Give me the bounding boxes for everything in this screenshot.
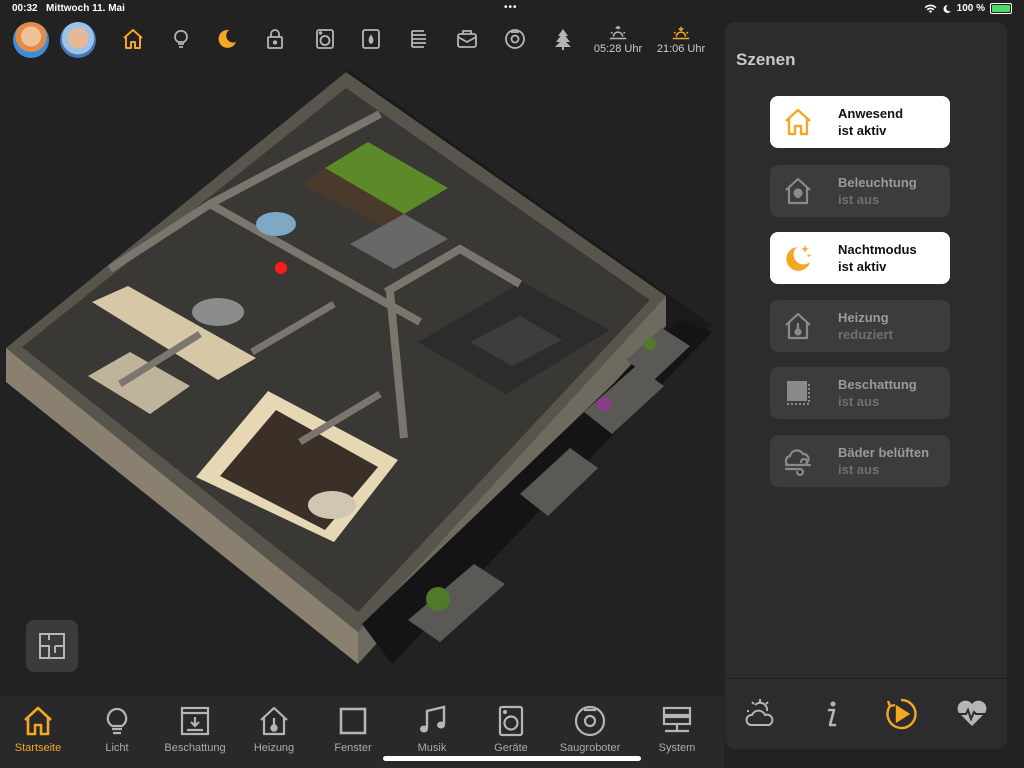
house-light-icon xyxy=(778,171,818,211)
battery-icon xyxy=(990,3,1012,14)
home-indicator[interactable] xyxy=(383,756,641,761)
scene-nachtmodus[interactable]: Nachtmodus ist aktiv xyxy=(770,232,950,284)
lightbulb-icon xyxy=(106,707,128,735)
battery-percent: 100 % xyxy=(956,3,985,14)
scene-status: ist aktiv xyxy=(838,259,887,274)
home-icon[interactable] xyxy=(120,26,146,52)
mailbox-icon[interactable] xyxy=(454,26,480,52)
sunset-display: 21:06 Uhr xyxy=(651,24,711,55)
scene-status: ist aktiv xyxy=(838,123,887,138)
window-icon xyxy=(339,707,367,735)
sunset-icon xyxy=(672,26,690,40)
scenes-panel: Szenen Anwesend ist aktiv Beleuchtung ist … xyxy=(725,22,1007,749)
nav-licht[interactable]: Licht xyxy=(77,704,157,754)
scene-baeder-belueften[interactable]: Bäder belüften ist aus xyxy=(770,435,950,487)
sunrise-icon xyxy=(609,25,627,40)
house-thermometer-icon xyxy=(778,306,818,346)
nav-label: Heizung xyxy=(253,742,295,754)
heartbeat-icon[interactable] xyxy=(952,694,992,734)
floorplan-icon xyxy=(39,633,65,659)
weather-icon[interactable] xyxy=(740,694,780,734)
scene-title: Anwesend xyxy=(838,106,904,121)
sunrise-time: 05:28 Uhr xyxy=(593,43,643,55)
lightbulb-icon[interactable] xyxy=(168,26,194,52)
nav-label: Saugroboter xyxy=(559,742,621,754)
status-date: Mittwoch 11. Mai xyxy=(46,3,125,14)
scene-title: Heizung xyxy=(838,310,889,325)
house-thermometer-icon xyxy=(260,706,288,736)
blinds-icon xyxy=(180,706,210,736)
moon-icon[interactable] xyxy=(214,26,240,52)
music-icon xyxy=(420,705,446,733)
panel-footer xyxy=(725,678,1007,749)
wind-icon xyxy=(778,441,818,481)
scene-status: ist aus xyxy=(838,192,880,207)
nav-label: Musik xyxy=(417,742,447,754)
lock-icon[interactable] xyxy=(262,26,288,52)
home-icon xyxy=(24,706,52,736)
nav-fenster[interactable]: Fenster xyxy=(313,704,393,754)
floorplan-3d[interactable] xyxy=(0,64,720,694)
scene-status: ist aus xyxy=(838,462,880,477)
multitasking-dots-icon[interactable]: ••• xyxy=(504,2,518,13)
user-avatar-1[interactable] xyxy=(13,22,49,58)
nav-startseite[interactable]: Startseite xyxy=(0,704,78,754)
scene-status: reduziert xyxy=(838,327,893,342)
shade-icon xyxy=(778,373,818,413)
scene-status: ist aus xyxy=(838,394,880,409)
home-icon xyxy=(778,102,818,142)
ios-status-bar: 00:32 Mittwoch 11. Mai ••• 100 % xyxy=(0,0,1024,18)
top-bar: 05:28 Uhr 21:06 Uhr xyxy=(0,20,720,64)
robot-vacuum-icon xyxy=(574,705,606,737)
server-icon xyxy=(662,706,692,733)
moon-stars-icon xyxy=(778,238,818,278)
play-scene-icon[interactable] xyxy=(881,694,921,734)
scene-title: Beleuchtung xyxy=(838,175,917,190)
panel-title: Szenen xyxy=(736,50,796,69)
sunset-time: 21:06 Uhr xyxy=(656,43,706,55)
scene-title: Nachtmodus xyxy=(838,242,917,257)
nav-label: Beschattung xyxy=(164,742,226,754)
scene-beleuchtung[interactable]: Beleuchtung ist aus xyxy=(770,165,950,217)
sensor-alert-dot[interactable] xyxy=(275,262,287,274)
scene-title: Bäder belüften xyxy=(838,445,930,460)
washer-icon xyxy=(498,705,524,737)
nav-label: Fenster xyxy=(334,742,372,754)
user-avatar-2[interactable] xyxy=(60,22,96,58)
nav-label: Geräte xyxy=(494,742,528,754)
nav-heizung[interactable]: Heizung xyxy=(234,704,314,754)
nav-geraete[interactable]: Geräte xyxy=(471,704,551,754)
nav-beschattung[interactable]: Beschattung xyxy=(155,704,235,754)
nav-label: Startseite xyxy=(14,742,62,754)
scene-title: Beschattung xyxy=(838,377,917,392)
nav-label: System xyxy=(658,742,696,754)
nav-musik[interactable]: Musik xyxy=(392,704,472,754)
scene-heizung[interactable]: Heizung reduziert xyxy=(770,300,950,352)
wifi-icon xyxy=(924,4,937,13)
washer-icon[interactable] xyxy=(312,26,338,52)
status-time: 00:32 xyxy=(12,3,38,14)
nav-system[interactable]: System xyxy=(637,704,717,754)
nav-label: Licht xyxy=(105,742,129,754)
scene-anwesend[interactable]: Anwesend ist aktiv xyxy=(770,96,950,148)
scene-beschattung[interactable]: Beschattung ist aus xyxy=(770,367,950,419)
tree-icon[interactable] xyxy=(550,26,576,52)
dryer-icon[interactable] xyxy=(358,26,384,52)
robot-vacuum-icon[interactable] xyxy=(502,26,528,52)
radiator-icon[interactable] xyxy=(406,26,432,52)
info-icon[interactable] xyxy=(811,694,851,734)
floorplan-toggle-button[interactable] xyxy=(26,620,78,672)
sunrise-display: 05:28 Uhr xyxy=(588,24,648,55)
nav-saugroboter[interactable]: Saugroboter xyxy=(550,704,630,754)
moon-status-icon xyxy=(943,4,951,13)
